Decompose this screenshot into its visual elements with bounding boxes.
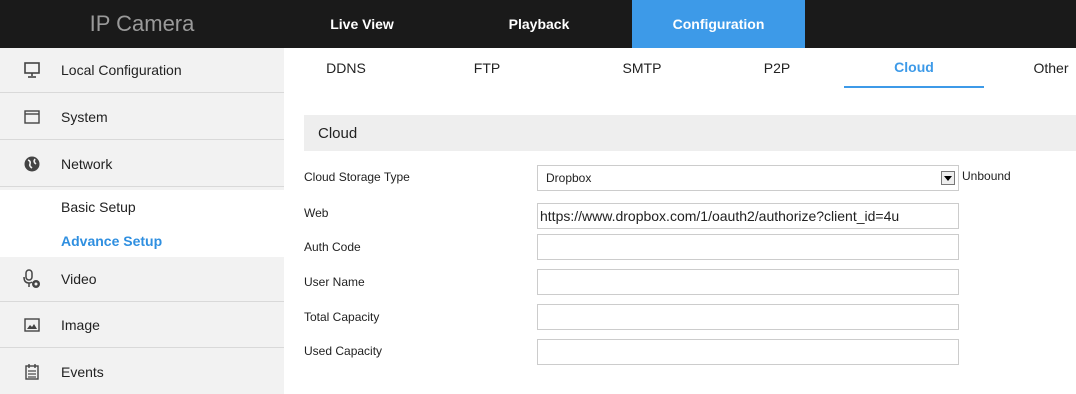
total-capacity-field[interactable]: [537, 304, 959, 330]
auth-code-field[interactable]: [537, 234, 959, 260]
sidebar: Local Configuration System Network Basic…: [0, 48, 284, 394]
sidebar-subitem-advance-setup[interactable]: Advance Setup: [0, 224, 284, 258]
cloud-storage-type-value: Dropbox: [546, 171, 592, 185]
tab-ddns[interactable]: DDNS: [306, 48, 386, 88]
sidebar-subitem-basic-setup[interactable]: Basic Setup: [0, 190, 284, 224]
monitor-icon: [22, 60, 42, 80]
calendar-icon: [22, 362, 42, 382]
sidebar-item-system[interactable]: System: [0, 95, 284, 140]
used-capacity-field[interactable]: [537, 339, 959, 365]
web-field[interactable]: https://www.dropbox.com/1/oauth2/authori…: [537, 203, 959, 229]
globe-icon: [22, 154, 42, 174]
sidebar-item-label: Video: [61, 271, 97, 287]
sidebar-item-network[interactable]: Network: [0, 142, 284, 187]
tab-smtp[interactable]: SMTP: [602, 48, 682, 88]
cloud-storage-type-label: Cloud Storage Type: [304, 170, 410, 184]
user-name-label: User Name: [304, 275, 365, 289]
window-icon: [22, 107, 42, 127]
total-capacity-label: Total Capacity: [304, 310, 380, 324]
sidebar-item-local-configuration[interactable]: Local Configuration: [0, 48, 284, 93]
tab-ftp[interactable]: FTP: [457, 48, 517, 88]
sidebar-item-label: Events: [61, 363, 104, 380]
config-tabs: DDNS FTP SMTP P2P Cloud Other: [284, 48, 1076, 88]
microphone-video-icon: [22, 269, 42, 289]
nav-playback[interactable]: Playback: [486, 0, 592, 48]
sidebar-item-events[interactable]: Events: [0, 349, 284, 394]
sidebar-subitem-label: Advance Setup: [61, 233, 163, 249]
sidebar-item-image[interactable]: Image: [0, 303, 284, 348]
tab-cloud[interactable]: Cloud: [844, 48, 984, 88]
sidebar-item-label: Image: [61, 317, 100, 333]
sidebar-item-label: System: [61, 109, 108, 125]
top-bar: IP Camera Live View Playback Configurati…: [0, 0, 1076, 48]
web-label: Web: [304, 206, 329, 220]
cloud-storage-type-select[interactable]: Dropbox: [537, 165, 959, 191]
user-name-field[interactable]: [537, 269, 959, 295]
tab-p2p[interactable]: P2P: [747, 48, 807, 88]
status-badge: Unbound: [962, 169, 1011, 183]
nav-configuration[interactable]: Configuration: [632, 0, 805, 48]
sidebar-item-label: Network: [61, 156, 113, 172]
section-title: Cloud: [304, 115, 1076, 151]
sidebar-subitem-label: Basic Setup: [61, 199, 136, 215]
tab-other[interactable]: Other: [1026, 48, 1076, 88]
sidebar-item-video[interactable]: Video: [0, 257, 284, 302]
brand-logo: IP Camera: [89, 11, 195, 36]
auth-code-label: Auth Code: [304, 240, 361, 254]
image-icon: [22, 315, 42, 335]
chevron-down-icon[interactable]: [941, 171, 955, 185]
sidebar-item-label: Local Configuration: [61, 62, 182, 78]
used-capacity-label: Used Capacity: [304, 344, 383, 358]
nav-live-view[interactable]: Live View: [309, 0, 415, 48]
